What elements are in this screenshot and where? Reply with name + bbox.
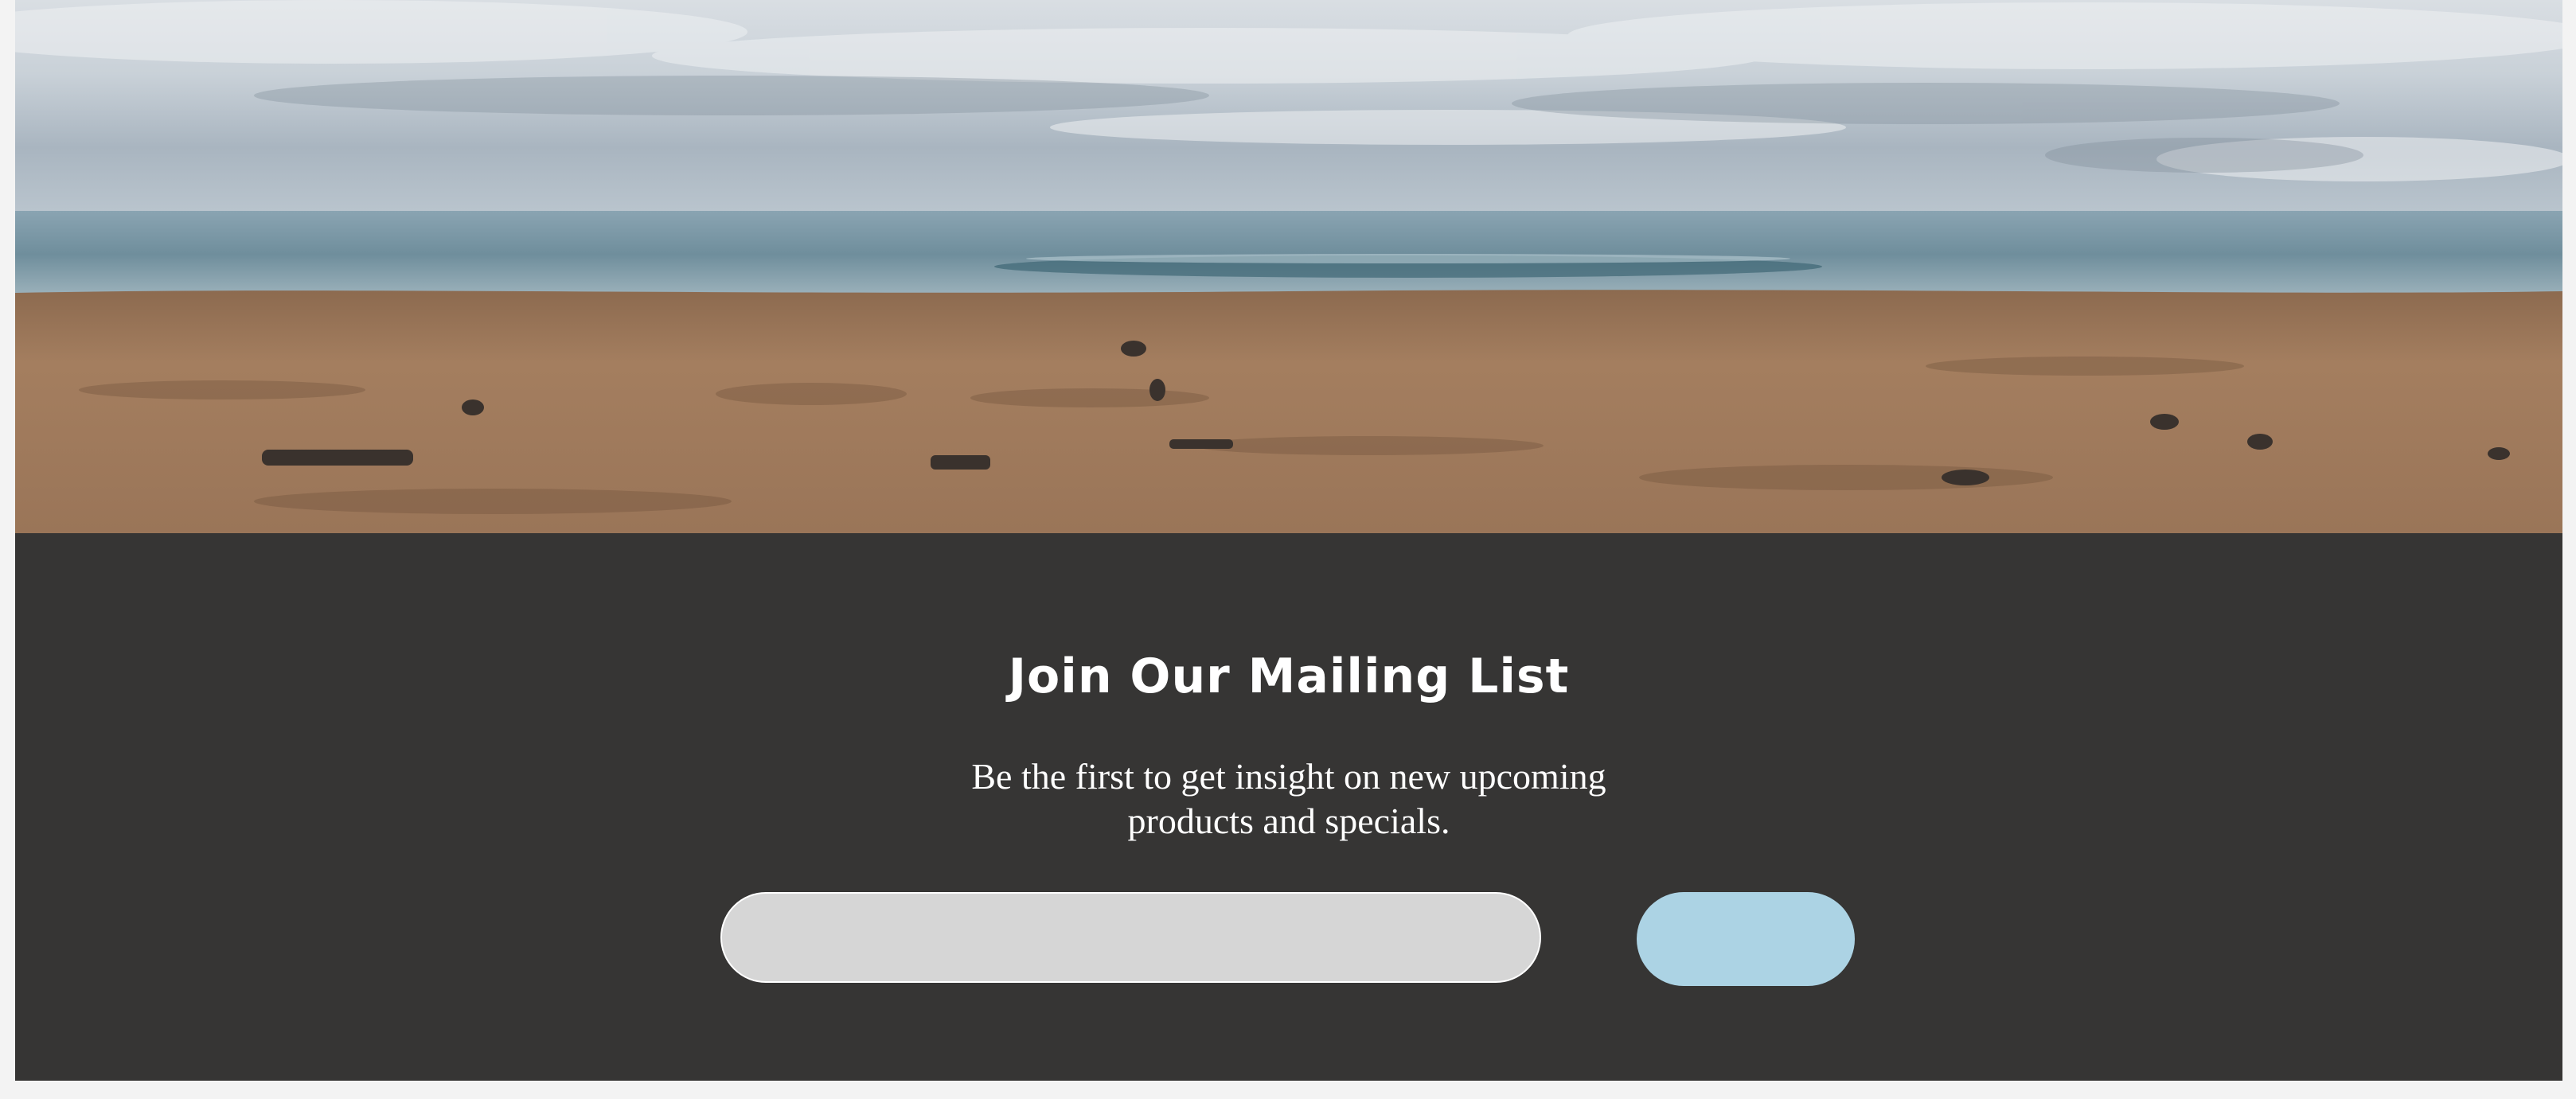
page-bottom-margin <box>0 1081 2576 1099</box>
subscribe-button[interactable] <box>1637 892 1855 986</box>
mailing-list-subtitle: Be the first to get insight on new upcom… <box>971 756 1606 841</box>
page: Join Our Mailing List Be the first to ge… <box>0 0 2576 1099</box>
mailing-list-title: Join Our Mailing List <box>1008 648 1570 704</box>
mailing-list-section: Join Our Mailing List Be the first to ge… <box>15 533 2562 1081</box>
hero-beach-image <box>15 0 2562 533</box>
email-input[interactable] <box>720 892 1541 983</box>
